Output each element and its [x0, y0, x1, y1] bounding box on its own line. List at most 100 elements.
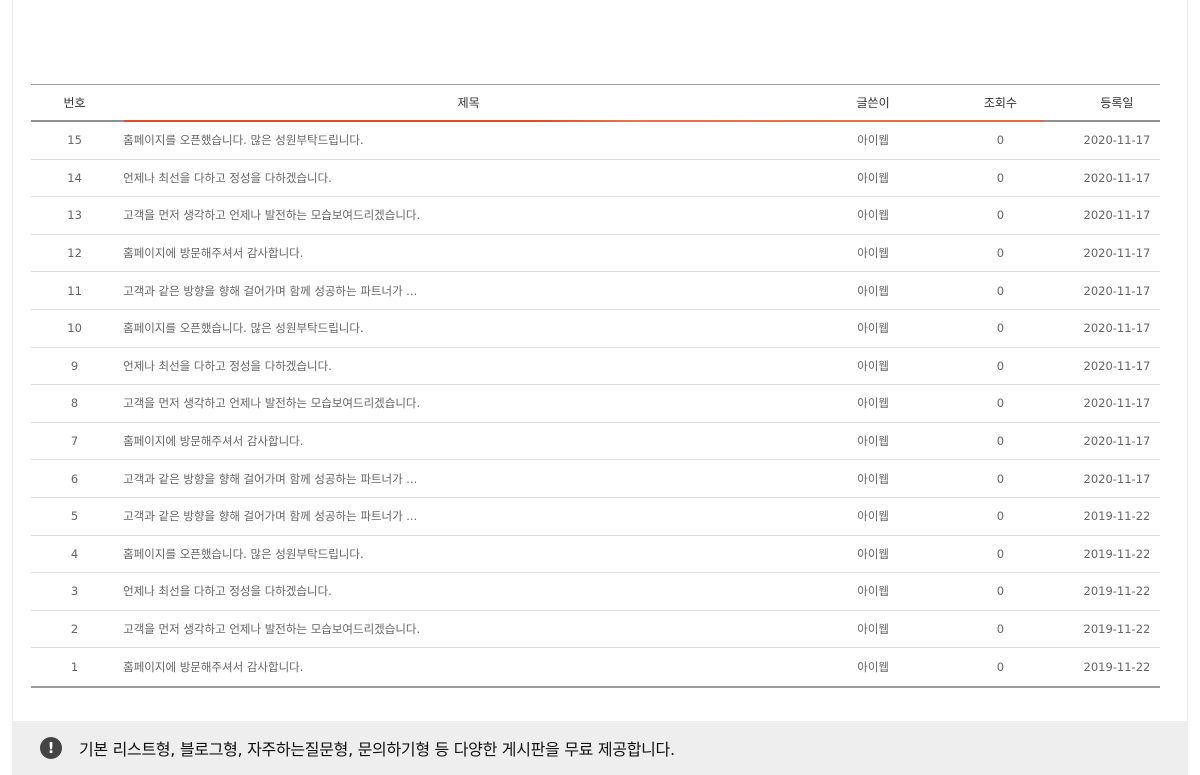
table-row[interactable]: 11 고객과 같은 방향을 향해 걸어가며 함께 성공하는 파트너가 ... 아이웹…	[31, 272, 1160, 310]
header-date: 등록일	[1100, 96, 1134, 110]
table-row[interactable]: 12 홈페이지에 방문해주셔서 감사합니다. 아이웹 0 2020-11-17	[31, 235, 1160, 273]
row-writer: 아이웹	[857, 283, 889, 298]
header-title: 제목	[457, 96, 480, 110]
row-writer: 아이웹	[857, 584, 889, 599]
row-no: 1	[70, 660, 79, 675]
row-views: 0	[996, 133, 1005, 148]
table-row[interactable]: 4 홈페이지를 오픈했습니다. 많은 성원부탁드립니다. 아이웹 0 2019-11-2…	[31, 536, 1160, 574]
row-views: 0	[996, 471, 1005, 486]
header-accent-line	[124, 120, 1044, 122]
row-views: 0	[996, 546, 1005, 561]
row-date: 2019-11-22	[1083, 546, 1151, 561]
row-writer: 아이웹	[857, 396, 889, 411]
row-no: 13	[67, 208, 82, 223]
notice-text: 기본 리스트형, 블로그형, 자주하는질문형, 문의하기형 등 다양한 게시판을…	[79, 740, 675, 759]
row-no: 8	[70, 396, 79, 411]
table-row[interactable]: 2 고객을 먼저 생각하고 언제나 발전하는 모습보여드리겠습니다. 아이웹 0 201…	[31, 611, 1160, 649]
row-title-link[interactable]: 홈페이지에 방문해주셔서 감사합니다.	[118, 245, 819, 261]
row-views: 0	[996, 622, 1005, 637]
row-no: 12	[67, 246, 82, 261]
row-writer: 아이웹	[857, 170, 889, 185]
table-row[interactable]: 8 고객을 먼저 생각하고 언제나 발전하는 모습보여드리겠습니다. 아이웹 0 202…	[31, 385, 1160, 423]
row-writer: 아이웹	[857, 208, 889, 223]
row-date: 2020-11-17	[1083, 208, 1151, 223]
table-row[interactable]: 5 고객과 같은 방향을 향해 걸어가며 함께 성공하는 파트너가 ... 아이웹 0…	[31, 498, 1160, 536]
table-row[interactable]: 6 고객과 같은 방향을 향해 걸어가며 함께 성공하는 파트너가 ... 아이웹 0…	[31, 460, 1160, 498]
row-date: 2019-11-22	[1083, 584, 1151, 599]
row-no: 4	[70, 546, 79, 561]
row-views: 0	[996, 434, 1005, 449]
row-title-link[interactable]: 고객을 먼저 생각하고 언제나 발전하는 모습보여드리겠습니다.	[118, 621, 819, 637]
row-date: 2019-11-22	[1083, 622, 1151, 637]
row-no: 14	[67, 170, 82, 185]
row-no: 10	[67, 321, 82, 336]
row-date: 2020-11-17	[1083, 246, 1151, 261]
row-title-link[interactable]: 홈페이지에 방문해주셔서 감사합니다.	[118, 433, 819, 449]
row-no: 7	[70, 434, 79, 449]
table-row[interactable]: 1 홈페이지에 방문해주셔서 감사합니다. 아이웹 0 2019-11-22	[31, 648, 1160, 686]
row-title-link[interactable]: 홈페이지를 오픈했습니다. 많은 성원부탁드립니다.	[118, 320, 819, 336]
row-title-link[interactable]: 고객을 먼저 생각하고 언제나 발전하는 모습보여드리겠습니다.	[118, 395, 819, 411]
row-writer: 아이웹	[857, 660, 889, 675]
row-writer: 아이웹	[857, 133, 889, 148]
row-no: 5	[70, 509, 79, 524]
row-date: 2020-11-17	[1083, 321, 1151, 336]
row-title-link[interactable]: 홈페이지를 오픈했습니다. 많은 성원부탁드립니다.	[118, 132, 819, 148]
row-date: 2020-11-17	[1083, 283, 1151, 298]
row-views: 0	[996, 358, 1005, 373]
row-no: 3	[70, 584, 79, 599]
table-row[interactable]: 13 고객을 먼저 생각하고 언제나 발전하는 모습보여드리겠습니다. 아이웹 0 20…	[31, 197, 1160, 235]
row-views: 0	[996, 509, 1005, 524]
row-date: 2020-11-17	[1083, 434, 1151, 449]
table-header: 번호 제목 글쓴이 조회수 등록일	[31, 85, 1160, 122]
row-writer: 아이웹	[857, 622, 889, 637]
row-views: 0	[996, 170, 1005, 185]
row-title-link[interactable]: 언제나 최선을 다하고 정성을 다하겠습니다.	[118, 170, 819, 186]
table-body: 15 홈페이지를 오픈했습니다. 많은 성원부탁드립니다. 아이웹 0 2020-11-…	[31, 122, 1160, 686]
row-title-link[interactable]: 언제나 최선을 다하고 정성을 다하겠습니다.	[118, 583, 819, 599]
header-views: 조회수	[983, 96, 1017, 110]
row-writer: 아이웹	[857, 434, 889, 449]
row-title-link[interactable]: 고객과 같은 방향을 향해 걸어가며 함께 성공하는 파트너가 ...	[118, 471, 819, 487]
table-row[interactable]: 10 홈페이지를 오픈했습니다. 많은 성원부탁드립니다. 아이웹 0 2020-11-…	[31, 310, 1160, 348]
row-writer: 아이웹	[857, 321, 889, 336]
row-date: 2020-11-17	[1083, 358, 1151, 373]
row-writer: 아이웹	[857, 471, 889, 486]
row-writer: 아이웹	[857, 546, 889, 561]
exclamation-icon: !	[40, 737, 62, 759]
row-writer: 아이웹	[857, 509, 889, 524]
row-no: 6	[70, 471, 79, 486]
notice-bar: ! 기본 리스트형, 블로그형, 자주하는질문형, 문의하기형 등 다양한 게시…	[13, 721, 1188, 775]
table-row[interactable]: 14 언제나 최선을 다하고 정성을 다하겠습니다. 아이웹 0 2020-11-17	[31, 160, 1160, 198]
row-writer: 아이웹	[857, 246, 889, 261]
board-list: 번호 제목 글쓴이 조회수 등록일 15 홈페이지를 오픈했습니다. 많은 성원부…	[31, 84, 1160, 688]
row-date: 2020-11-17	[1083, 396, 1151, 411]
row-title-link[interactable]: 홈페이지에 방문해주셔서 감사합니다.	[118, 659, 819, 675]
table-row[interactable]: 3 언제나 최선을 다하고 정성을 다하겠습니다. 아이웹 0 2019-11-22	[31, 573, 1160, 611]
row-title-link[interactable]: 고객을 먼저 생각하고 언제나 발전하는 모습보여드리겠습니다.	[118, 207, 819, 223]
row-no: 2	[70, 622, 79, 637]
table-row[interactable]: 15 홈페이지를 오픈했습니다. 많은 성원부탁드립니다. 아이웹 0 2020-11-…	[31, 122, 1160, 160]
header-writer: 글쓴이	[856, 96, 890, 110]
table-row[interactable]: 9 언제나 최선을 다하고 정성을 다하겠습니다. 아이웹 0 2020-11-17	[31, 348, 1160, 386]
row-no: 15	[67, 133, 82, 148]
row-views: 0	[996, 584, 1005, 599]
row-title-link[interactable]: 고객과 같은 방향을 향해 걸어가며 함께 성공하는 파트너가 ...	[118, 508, 819, 524]
row-views: 0	[996, 321, 1005, 336]
table-row[interactable]: 7 홈페이지에 방문해주셔서 감사합니다. 아이웹 0 2020-11-17	[31, 423, 1160, 461]
row-no: 9	[70, 358, 79, 373]
row-views: 0	[996, 246, 1005, 261]
row-title-link[interactable]: 언제나 최선을 다하고 정성을 다하겠습니다.	[118, 358, 819, 374]
row-date: 2020-11-17	[1083, 471, 1151, 486]
row-date: 2019-11-22	[1083, 509, 1151, 524]
row-views: 0	[996, 208, 1005, 223]
row-date: 2020-11-17	[1083, 133, 1151, 148]
row-no: 11	[67, 283, 82, 298]
row-views: 0	[996, 396, 1005, 411]
row-title-link[interactable]: 고객과 같은 방향을 향해 걸어가며 함께 성공하는 파트너가 ...	[118, 283, 819, 299]
row-title-link[interactable]: 홈페이지를 오픈했습니다. 많은 성원부탁드립니다.	[118, 546, 819, 562]
row-views: 0	[996, 660, 1005, 675]
row-writer: 아이웹	[857, 358, 889, 373]
row-views: 0	[996, 283, 1005, 298]
row-date: 2020-11-17	[1083, 170, 1151, 185]
